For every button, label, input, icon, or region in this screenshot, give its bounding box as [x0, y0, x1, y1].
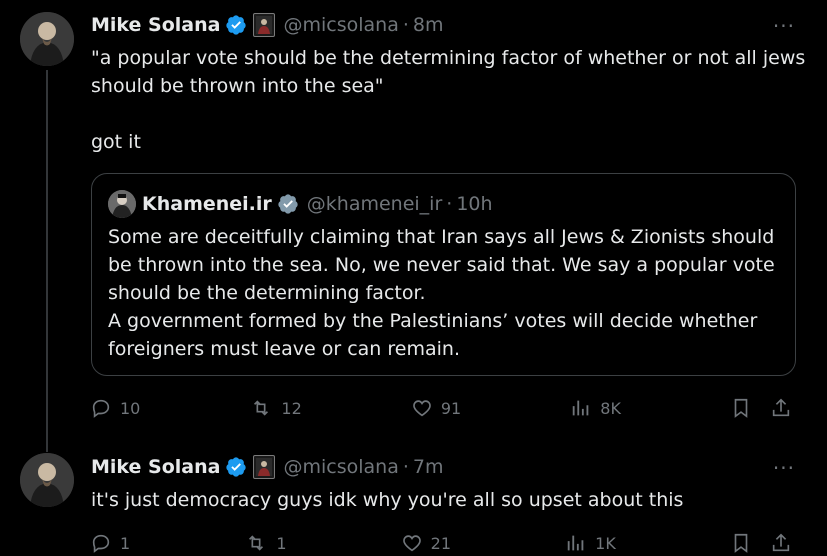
quoted-handle[interactable]: @khamenei_ir: [307, 193, 443, 215]
quoted-text-line: be thrown into the sea. No, we never sai…: [108, 254, 775, 276]
quoted-header: Khamenei.ir @khamenei_ir · 10h: [142, 191, 493, 217]
repost-count: 12: [281, 398, 302, 418]
like-count: 91: [440, 398, 462, 418]
avatar[interactable]: [20, 12, 74, 66]
bookmark-icon[interactable]: [730, 532, 752, 554]
like-count: 21: [430, 533, 452, 553]
action-bar: 10 12 91 8K: [90, 395, 800, 421]
action-bar: 1 1 21 1K: [90, 530, 800, 556]
author-name[interactable]: Mike Solana: [91, 14, 220, 36]
tweet-1[interactable]: Mike Solana @micsolana · 8m ··· "a popul…: [0, 0, 827, 452]
action-group: [730, 397, 800, 419]
timestamp[interactable]: 8m: [413, 14, 444, 36]
affiliate-badge-icon[interactable]: [253, 13, 276, 37]
reply-button[interactable]: 1: [90, 532, 130, 554]
like-button[interactable]: 91: [411, 397, 461, 419]
timestamp[interactable]: 7m: [413, 456, 444, 478]
more-options-icon[interactable]: ···: [773, 14, 795, 38]
repost-button[interactable]: 12: [249, 397, 302, 419]
tweet-header: Mike Solana @micsolana · 8m: [91, 12, 444, 38]
tweet-text-line: should be thrown into the sea": [91, 75, 384, 97]
author-name[interactable]: Mike Solana: [91, 456, 220, 478]
share-icon[interactable]: [770, 532, 792, 554]
views-button[interactable]: 8K: [570, 397, 621, 419]
tweet-text: it's just democracy guys idk why you're …: [91, 489, 684, 511]
verified-badge-icon: [277, 193, 299, 215]
separator-dot: ·: [446, 193, 453, 215]
author-handle[interactable]: @micsolana: [283, 14, 398, 36]
repost-count: 1: [276, 533, 287, 553]
share-icon[interactable]: [770, 397, 792, 419]
tweet-2[interactable]: Mike Solana @micsolana · 7m ··· it's jus…: [0, 440, 827, 553]
action-group: [730, 532, 800, 554]
affiliate-badge-icon[interactable]: [253, 455, 276, 479]
verified-badge-icon: [225, 14, 247, 36]
like-button[interactable]: 21: [401, 532, 451, 554]
quoted-timestamp[interactable]: 10h: [456, 193, 492, 215]
repost-icon: [254, 400, 269, 416]
reply-count: 1: [120, 533, 131, 553]
reply-icon: [92, 399, 110, 418]
repost-icon: [249, 535, 264, 551]
reply-count: 10: [120, 398, 141, 418]
view-count: 1K: [595, 533, 616, 553]
quoted-author-name[interactable]: Khamenei.ir: [142, 193, 272, 215]
tweet-text-line: "a popular vote should be the determinin…: [91, 47, 806, 69]
analytics-icon: [573, 400, 589, 416]
tweet-header: Mike Solana @micsolana · 7m: [91, 454, 444, 480]
analytics-icon: [567, 535, 584, 551]
more-options-icon[interactable]: ···: [773, 456, 795, 480]
quoted-tweet[interactable]: Khamenei.ir @khamenei_ir · 10h Some are …: [91, 173, 796, 376]
author-handle[interactable]: @micsolana: [283, 456, 398, 478]
quoted-text-line: foreigners must leave or can remain.: [108, 338, 460, 360]
quoted-avatar[interactable]: [108, 190, 136, 218]
quoted-text-line: should be the determining factor.: [108, 282, 426, 304]
separator-dot: ·: [402, 14, 409, 36]
thread-line: [46, 70, 48, 452]
reply-button[interactable]: 10: [90, 397, 140, 419]
view-count: 8K: [600, 398, 621, 418]
tweet-text-line: got it: [91, 131, 141, 153]
quoted-text-line: A government formed by the Palestinians’…: [108, 310, 758, 332]
views-button[interactable]: 1K: [565, 532, 616, 554]
repost-button[interactable]: 1: [244, 532, 287, 554]
verified-badge-icon: [225, 456, 247, 478]
avatar[interactable]: [20, 453, 74, 507]
heart-icon: [402, 535, 421, 552]
separator-dot: ·: [402, 456, 409, 478]
bookmark-icon[interactable]: [730, 397, 752, 419]
quoted-text-line: Some are deceitfully claiming that Iran …: [108, 226, 775, 248]
heart-icon: [413, 400, 431, 417]
reply-icon: [92, 534, 110, 553]
